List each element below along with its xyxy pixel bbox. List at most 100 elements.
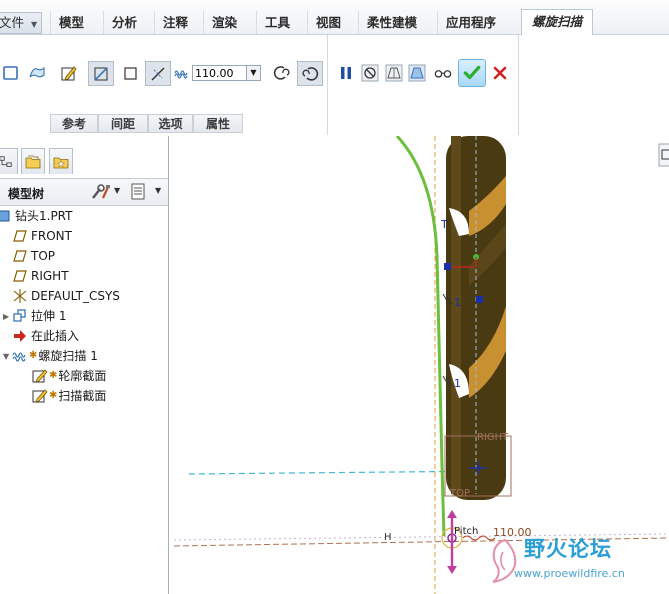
cancel-button[interactable]: [489, 62, 511, 84]
tab-flexible-modeling[interactable]: 柔性建模: [358, 11, 425, 34]
star-folder-icon: [53, 157, 69, 168]
pencil-icon: [61, 66, 77, 81]
tab-properties[interactable]: 属性: [193, 114, 243, 133]
tree-item-insert-here[interactable]: 在此插入: [12, 326, 79, 346]
constraint-marker: [476, 296, 483, 303]
watermark-title: 野火论坛: [524, 537, 612, 561]
tab-options[interactable]: 选项: [148, 114, 193, 133]
ok-button[interactable]: [458, 59, 486, 87]
ribbon-group-controls: [334, 35, 519, 135]
glasses-icon: [434, 70, 452, 78]
tree-item-front[interactable]: FRONT: [12, 226, 72, 246]
no-preview-icon: [361, 64, 379, 82]
tree-item-label: 轮廓截面: [58, 369, 107, 383]
navigator-tabs: [0, 148, 168, 176]
tab-tools[interactable]: 工具: [256, 11, 298, 34]
helix-profile-curve: [395, 136, 446, 537]
helix-pitch-icon: [174, 70, 188, 79]
arrow-right-icon: [12, 328, 28, 344]
graphics-toolbar-button[interactable]: [658, 143, 669, 167]
tab-view[interactable]: 视图: [307, 11, 349, 34]
graphics-window[interactable]: T 1 1 RIGHT TOP H Pitch 110.00: [169, 136, 669, 594]
model-tree-title: 模型树: [8, 187, 45, 201]
tab-model[interactable]: 模型: [50, 11, 92, 34]
preview-connected-button[interactable]: [406, 62, 428, 84]
chevron-down-icon: ▼: [250, 68, 257, 77]
preview-solid-icon: [408, 64, 426, 82]
preview-mesh-icon: [385, 64, 403, 82]
tab-render[interactable]: 渲染: [203, 11, 245, 34]
pitch-input[interactable]: [192, 65, 247, 81]
frame-button[interactable]: [120, 62, 142, 84]
tree-icon: [0, 155, 12, 167]
right-hand-helix-icon: [302, 66, 319, 81]
tree-item-profile-section[interactable]: ✱ 轮廓截面: [32, 366, 106, 386]
pitch-label: Pitch: [454, 526, 479, 537]
tab-applications[interactable]: 应用程序: [437, 11, 504, 34]
file-menu-button[interactable]: 文件 ▼: [0, 12, 43, 34]
no-preview-button[interactable]: [359, 62, 381, 84]
watermark-url: www.proewildfire.cn: [514, 567, 625, 580]
tangent-label: T: [441, 218, 448, 231]
expand-arrow-icon[interactable]: ▶: [3, 312, 9, 321]
arrow-up-icon: [447, 510, 457, 518]
edit-sketch-button[interactable]: [58, 62, 80, 84]
tab-annotate[interactable]: 注释: [154, 11, 196, 34]
tree-item-extrude[interactable]: 拉伸 1: [12, 306, 66, 326]
file-menu-label: 文件: [0, 15, 25, 30]
tab-model-tree[interactable]: [0, 148, 18, 174]
surface-button[interactable]: [26, 62, 48, 84]
left-hand-helix-icon: [273, 66, 290, 80]
normal-to-trajectory-button[interactable]: [145, 61, 171, 86]
drill-highlight: [451, 136, 461, 494]
tab-references[interactable]: 参考: [50, 114, 98, 133]
parallel-dim-label: 1: [454, 377, 461, 390]
tree-item-label: 螺旋扫描 1: [38, 349, 98, 363]
tree-settings-button[interactable]: [86, 181, 116, 203]
extrude-icon: [12, 308, 28, 324]
tab-folder-browser[interactable]: [21, 148, 45, 174]
chevron-down-icon[interactable]: ▼: [155, 186, 161, 195]
parallel-dim-label: 1: [454, 296, 461, 309]
checkmark-icon: [463, 65, 481, 80]
folder-icon: [25, 155, 41, 168]
new-feature-asterisk-icon: ✱: [49, 390, 58, 401]
sweep-axis-button[interactable]: [88, 61, 114, 86]
constraint-marker: [444, 263, 451, 270]
tab-analysis[interactable]: 分析: [103, 11, 145, 34]
tree-item-right[interactable]: RIGHT: [12, 266, 69, 286]
solid-button[interactable]: [0, 62, 22, 84]
close-icon: [493, 66, 507, 80]
chevron-down-icon[interactable]: ▼: [114, 186, 120, 195]
square-outline-icon: [124, 67, 137, 80]
left-handed-button[interactable]: [271, 62, 293, 84]
verify-preview-button[interactable]: [431, 62, 455, 84]
tab-favorites[interactable]: [49, 148, 73, 174]
tree-item-label: RIGHT: [31, 269, 69, 283]
datum-plane-icon: [12, 268, 28, 284]
tree-item-label: DEFAULT_CSYS: [31, 289, 120, 303]
model-canvas[interactable]: [169, 136, 669, 594]
right-handed-button[interactable]: [297, 61, 323, 86]
tree-item-sweep-section[interactable]: ✱ 扫描截面: [32, 386, 106, 406]
tree-item-default-csys[interactable]: DEFAULT_CSYS: [12, 286, 120, 306]
arrow-down-icon: [447, 566, 457, 574]
ribbon-tab-bar: 文件 ▼ 模型 分析 注释 渲染 工具 视图 柔性建模 应用程序 螺旋扫描: [0, 0, 669, 36]
chevron-down-icon: ▼: [31, 20, 38, 29]
tree-item-label: 扫描截面: [58, 389, 107, 403]
tree-item-top[interactable]: TOP: [12, 246, 55, 266]
pause-button[interactable]: [335, 62, 357, 84]
surface-icon: [29, 66, 45, 78]
tree-item-helical-sweep[interactable]: ✱ 螺旋扫描 1: [12, 346, 98, 366]
list-icon: [131, 183, 145, 200]
tab-helical-sweep[interactable]: 螺旋扫描: [521, 9, 593, 36]
tree-item-label: 钻头1.PRT: [15, 209, 73, 223]
tab-pitch[interactable]: 间距: [98, 114, 148, 133]
tree-item-part[interactable]: 钻头1.PRT: [0, 206, 72, 226]
preview-separate-button[interactable]: [383, 62, 405, 84]
sketch-icon: [32, 388, 48, 404]
axis-diagonal-icon: [94, 66, 108, 81]
collapse-arrow-icon[interactable]: ▼: [3, 352, 9, 361]
tree-show-button[interactable]: [128, 181, 150, 203]
pitch-dropdown-button[interactable]: ▼: [247, 65, 261, 81]
